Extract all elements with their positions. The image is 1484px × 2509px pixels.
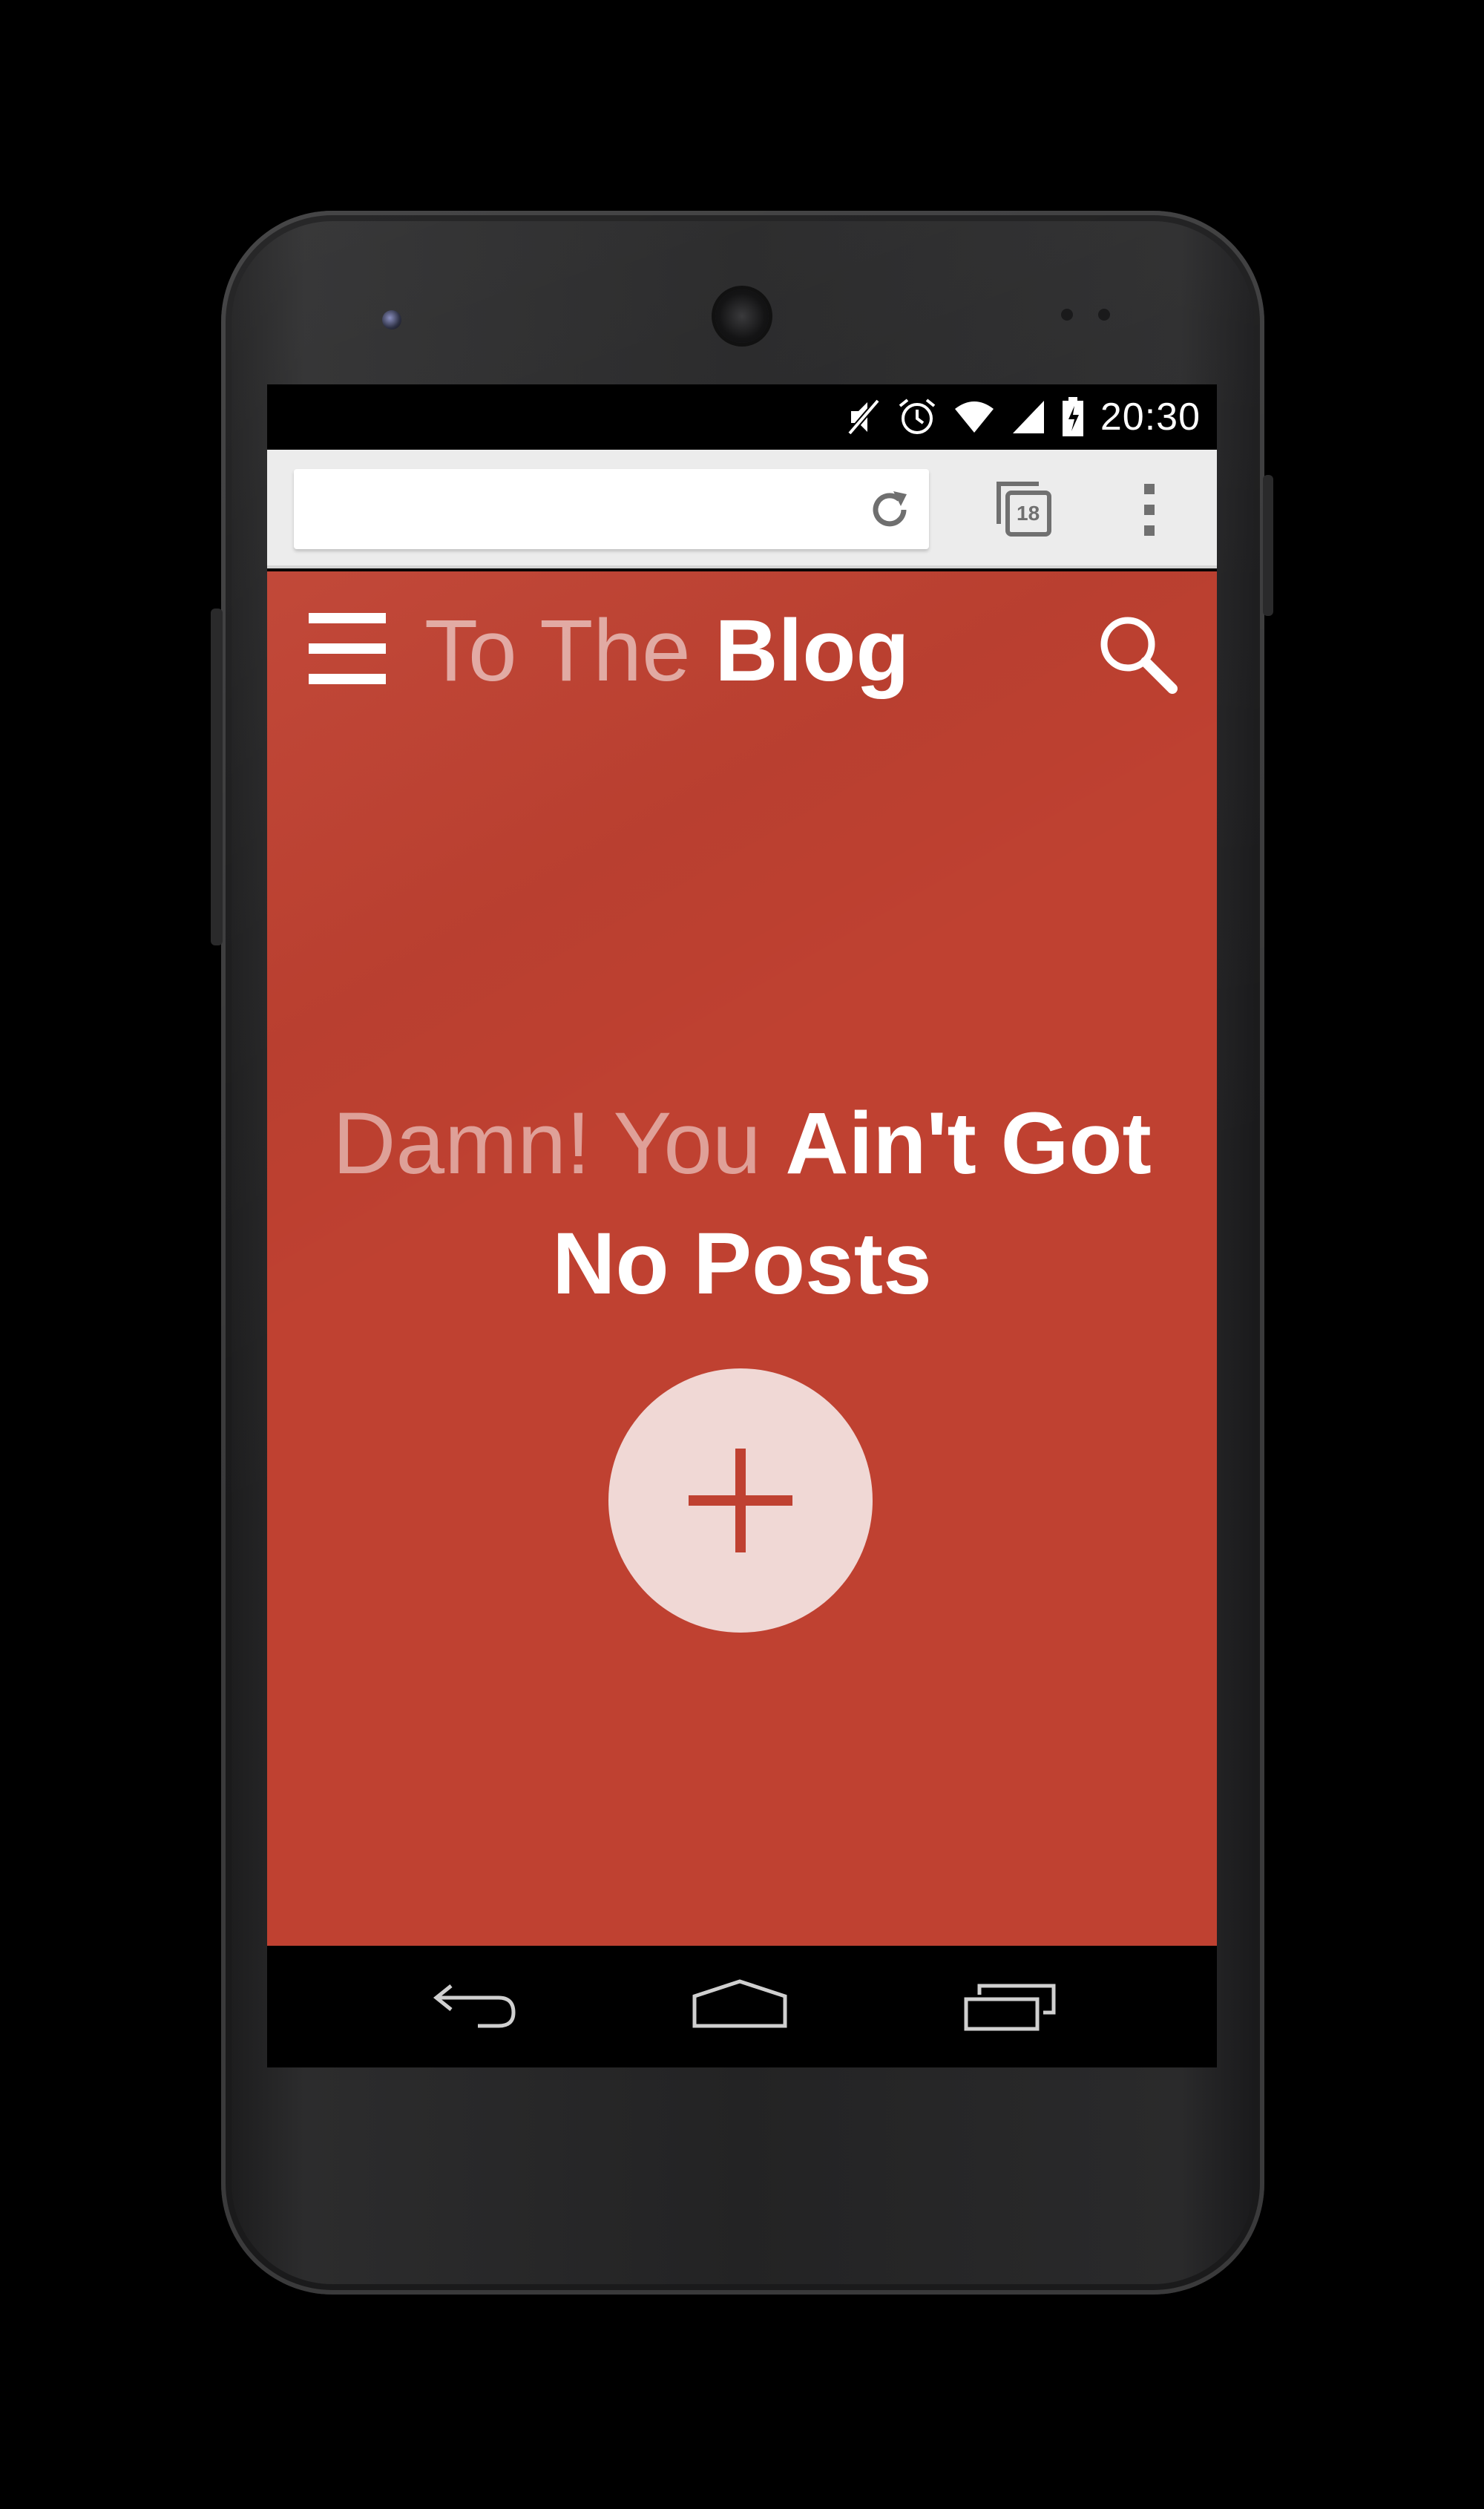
alarm-icon xyxy=(897,397,937,437)
empty-bold-text-2: No Posts xyxy=(552,1215,932,1313)
empty-line-1: Damn! You Ain't Got xyxy=(267,1083,1217,1204)
blog-page: To The Blog Damn! You Ain't Got No Posts xyxy=(267,571,1217,1946)
volume-button xyxy=(211,609,223,945)
status-icons: 20:30 xyxy=(847,395,1201,439)
page-title: To The Blog xyxy=(424,603,910,699)
status-time: 20:30 xyxy=(1100,396,1201,439)
phone-screen: 20:30 18 To The Blog Damn! You Ain't Got… xyxy=(267,384,1217,2067)
power-button xyxy=(1263,475,1273,616)
tabs-count: 18 xyxy=(1017,502,1040,525)
empty-line-2: No Posts xyxy=(267,1204,1217,1324)
add-post-button[interactable] xyxy=(608,1368,873,1633)
page-title-bold: Blog xyxy=(715,602,910,700)
add-icon-vertical xyxy=(735,1449,746,1552)
empty-state-message: Damn! You Ain't Got No Posts xyxy=(267,1083,1217,1324)
back-icon[interactable] xyxy=(430,1980,519,2032)
hamburger-menu-icon[interactable] xyxy=(309,613,386,684)
light-sensor xyxy=(1098,309,1110,321)
signal-icon xyxy=(1011,399,1045,435)
muted-icon xyxy=(847,398,881,436)
proximity-sensor xyxy=(1061,309,1073,321)
browser-toolbar: 18 xyxy=(267,450,1217,568)
page-title-light: To The xyxy=(424,602,715,700)
earpiece-speaker xyxy=(715,289,769,343)
navigation-bar xyxy=(267,1946,1217,2067)
wifi-icon xyxy=(953,400,995,434)
recents-icon[interactable] xyxy=(963,1980,1057,2032)
home-icon[interactable] xyxy=(690,1978,789,2030)
empty-bold-text-1: Ain't Got xyxy=(785,1095,1152,1193)
battery-icon xyxy=(1062,397,1084,437)
overflow-menu-icon[interactable] xyxy=(1143,482,1158,537)
empty-light-text: Damn! You xyxy=(332,1095,786,1193)
search-icon[interactable] xyxy=(1097,613,1178,695)
status-bar: 20:30 xyxy=(267,384,1217,450)
front-camera xyxy=(382,310,401,329)
tabs-icon[interactable]: 18 xyxy=(994,479,1054,539)
url-field[interactable] xyxy=(294,469,929,549)
